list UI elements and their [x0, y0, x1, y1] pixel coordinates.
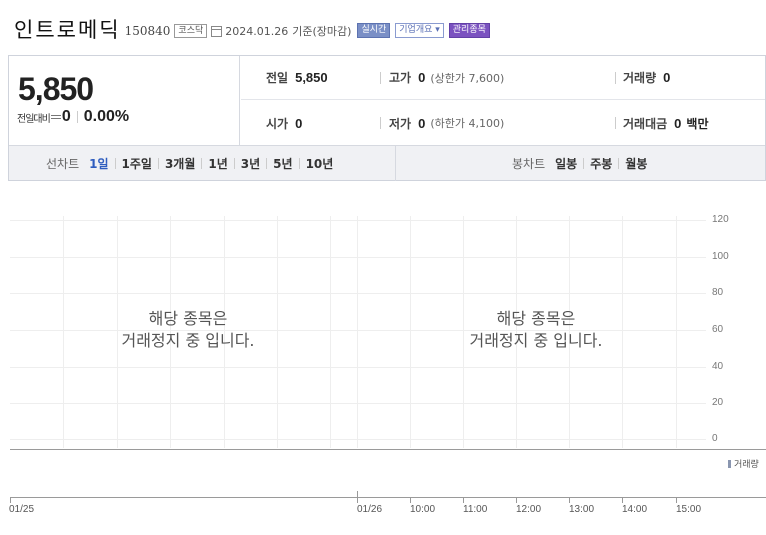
stock-code: 150840 — [124, 24, 171, 38]
halt-line-1: 해당 종목은 — [148, 309, 228, 328]
amount-cell: 거래대금 0 백만 — [623, 115, 709, 132]
x-tick-label: 15:00 — [676, 504, 702, 515]
y-tick-label: 0 — [712, 433, 718, 444]
halt-line-2: 거래정지 중 입니다. — [469, 331, 603, 350]
current-price: 5,850 — [18, 71, 94, 107]
quote-row-2: 시가 0 저가 0 (하한가 4,100) 거래대금 0 백만 — [241, 101, 765, 145]
divider — [618, 158, 620, 169]
change-rate: 0.00% — [83, 108, 130, 125]
tab-5year[interactable]: 5년 — [273, 155, 292, 172]
quote-date: 2024.01.26 — [225, 24, 289, 38]
x-tick-label: 13:00 — [569, 504, 595, 515]
amount-label: 거래대금 — [623, 116, 668, 131]
company-overview-dropdown[interactable]: 기업개요 ▾ — [395, 23, 444, 38]
divider — [615, 117, 616, 129]
volume-value: 0 — [663, 70, 671, 85]
change-value: 0 — [61, 108, 71, 125]
divider — [233, 158, 235, 169]
tab-10year[interactable]: 10년 — [306, 155, 334, 172]
volume-label: 거래량 — [623, 71, 657, 85]
upper-limit: (상한가 7,600) — [430, 71, 505, 85]
divider — [583, 158, 585, 169]
divider — [380, 72, 381, 84]
line-chart-label: 선차트 — [46, 157, 80, 171]
tab-3year[interactable]: 3년 — [241, 155, 260, 172]
y-tick-label: 80 — [712, 287, 724, 298]
flat-icon — [50, 115, 61, 119]
change-label: 전일대비 — [17, 113, 51, 125]
current-price-panel: 5,850 전일대비 0 0.00% — [9, 56, 240, 145]
prev-close-cell: 전일 5,850 — [266, 69, 328, 86]
tab-1day[interactable]: 1일 — [89, 155, 108, 172]
halt-line-2: 거래정지 중 입니다. — [121, 331, 255, 350]
chart-grid — [10, 216, 766, 503]
candle-chart-tabs: 봉차트 일봉 주봉 월봉 — [512, 155, 647, 172]
tab-weekly-candle[interactable]: 주봉 — [590, 155, 612, 172]
open-cell: 시가 0 — [266, 115, 302, 132]
quote-basis: 기준(장마감) — [292, 25, 352, 38]
high-value: 0 — [418, 70, 426, 85]
market-badge: 코스닥 — [174, 23, 208, 38]
quote-details: 전일 5,850 고가 0 (상한가 7,600) 거래량 0 시가 0 저가 — [241, 56, 765, 145]
y-tick-label: 60 — [712, 324, 724, 335]
amount-unit: 백만 — [686, 116, 709, 131]
y-tick-label: 40 — [712, 361, 724, 372]
amount-value: 0 — [674, 115, 682, 131]
x-tick-label: 14:00 — [622, 504, 648, 515]
halt-line-1: 해당 종목은 — [496, 309, 576, 328]
calendar-icon — [211, 25, 223, 37]
volume-cell: 거래량 0 — [623, 69, 670, 86]
tab-1year[interactable]: 1년 — [208, 155, 227, 172]
trading-halt-notice-left: 해당 종목은 거래정지 중 입니다. — [78, 308, 298, 352]
divider — [76, 111, 78, 123]
high-cell: 고가 0 (상한가 7,600) — [389, 69, 504, 86]
candle-chart-label: 봉차트 — [512, 157, 546, 171]
x-tick-label: 10:00 — [410, 504, 436, 515]
stock-name: 인트로메딕 — [14, 18, 121, 42]
price-summary: 5,850 전일대비 0 0.00% 전일 5,850 고가 0 (상한가 7,… — [8, 55, 766, 181]
low-value: 0 — [418, 115, 426, 131]
divider — [298, 158, 300, 169]
open-value: 0 — [295, 115, 303, 131]
volume-legend-label: 거래량 — [734, 460, 759, 470]
divider — [380, 117, 381, 129]
divider — [157, 158, 159, 169]
open-label: 시가 — [266, 116, 289, 131]
tab-1week[interactable]: 1주일 — [122, 155, 152, 172]
lower-limit: (하한가 4,100) — [430, 117, 505, 130]
high-label: 고가 — [389, 71, 412, 85]
tab-3month[interactable]: 3개월 — [165, 155, 195, 172]
stock-header: 인트로메딕 150840 코스닥 2024.01.26 기준(장마감) 실시간 … — [14, 14, 490, 44]
tab-monthly-candle[interactable]: 월봉 — [625, 155, 647, 172]
x-tick-label: 01/25 — [9, 504, 35, 515]
volume-legend: 거래량 — [728, 457, 759, 470]
realtime-button[interactable]: 실시간 — [357, 23, 391, 38]
low-cell: 저가 0 (하한가 4,100) — [389, 115, 504, 132]
divider — [615, 72, 616, 84]
y-tick-label: 20 — [712, 397, 724, 408]
tab-daily-candle[interactable]: 일봉 — [555, 155, 577, 172]
prev-close-label: 전일 — [266, 71, 289, 85]
x-tick-label: 01/26 — [357, 504, 383, 515]
divider — [114, 158, 116, 169]
line-chart-tabs: 선차트 1일 1주일 3개월 1년 3년 5년 10년 — [46, 155, 333, 172]
divider — [395, 146, 396, 181]
divider — [266, 158, 268, 169]
divider — [201, 158, 203, 169]
volume-swatch — [728, 459, 731, 468]
chart-tab-bar: 선차트 1일 1주일 3개월 1년 3년 5년 10년 봉차트 일봉 주봉 월봉 — [9, 145, 765, 181]
y-tick-label: 100 — [712, 251, 729, 262]
low-label: 저가 — [389, 116, 412, 131]
price-chart: 해당 종목은 거래정지 중 입니다. 해당 종목은 거래정지 중 입니다. 12… — [0, 186, 766, 535]
price-change: 전일대비 0 0.00% — [17, 108, 129, 126]
x-tick-label: 11:00 — [463, 504, 488, 515]
prev-close-value: 5,850 — [295, 70, 328, 85]
x-tick-label: 12:00 — [516, 504, 542, 515]
y-tick-label: 120 — [712, 214, 729, 225]
quote-row-1: 전일 5,850 고가 0 (상한가 7,600) 거래량 0 — [241, 56, 765, 100]
trading-halt-notice-right: 해당 종목은 거래정지 중 입니다. — [426, 308, 646, 352]
managed-stock-badge[interactable]: 관리종목 — [448, 23, 490, 38]
